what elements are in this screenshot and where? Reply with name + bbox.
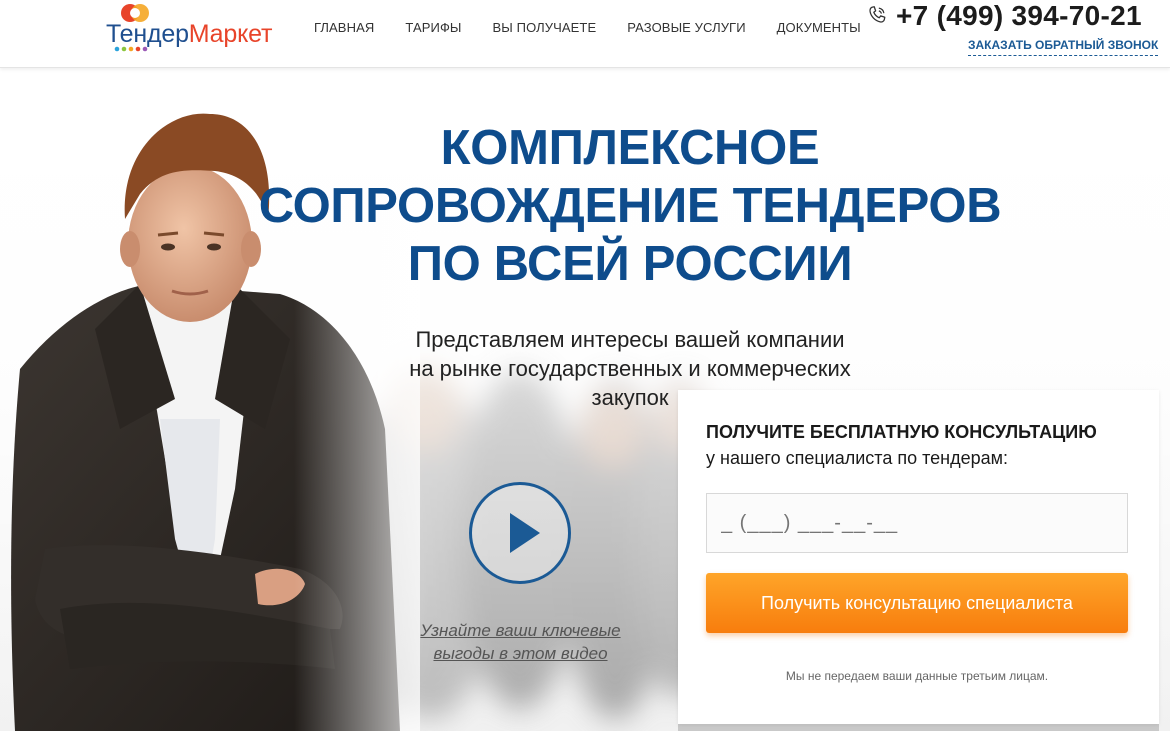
nav-item-home[interactable]: ГЛАВНАЯ: [314, 20, 374, 36]
consultation-form: ПОЛУЧИТЕ БЕСПЛАТНУЮ КОНСУЛЬТАЦИЮ у нашег…: [678, 390, 1159, 724]
logo-text: ТендерМаркет: [106, 20, 272, 49]
hero-subtitle-line: на рынке государственных и коммерческих: [409, 356, 851, 381]
phone-input[interactable]: [706, 493, 1128, 553]
video-link[interactable]: Узнайте ваши ключевые выгоды в этом виде…: [398, 619, 643, 665]
hero-title-line: КОМПЛЕКСНОЕ: [440, 121, 820, 175]
hero-subtitle-line: Представляем интересы вашей компании: [415, 327, 845, 352]
callback-link[interactable]: ЗАКАЗАТЬ ОБРАТНЫЙ ЗВОНОК: [968, 38, 1159, 56]
nav-item-documents[interactable]: ДОКУМЕНТЫ: [777, 20, 861, 36]
logo[interactable]: ТендерМаркет: [104, 2, 284, 54]
header-phone-number[interactable]: +7 (499) 394-70-21: [896, 0, 1142, 32]
privacy-note: Мы не передаем ваши данные третьим лицам…: [785, 669, 1049, 683]
main-nav: ГЛАВНАЯ ТАРИФЫ ВЫ ПОЛУЧАЕТЕ РАЗОВЫЕ УСЛУ…: [314, 20, 892, 36]
logo-text-part1: Тендер: [106, 20, 189, 48]
video-play-button[interactable]: [469, 482, 571, 584]
logo-text-part2: Маркет: [188, 20, 273, 48]
form-subtitle: у нашего специалиста по тендерам:: [706, 448, 1008, 468]
hero-title: КОМПЛЕКСНОЕ СОПРОВОЖДЕНИЕ ТЕНДЕРОВ ПО ВС…: [250, 119, 1010, 293]
hero-section: КОМПЛЕКСНОЕ СОПРОВОЖДЕНИЕ ТЕНДЕРОВ ПО ВС…: [0, 69, 1170, 731]
nav-item-one-time-services[interactable]: РАЗОВЫЕ УСЛУГИ: [627, 20, 745, 36]
hero-title-line: СОПРОВОЖДЕНИЕ ТЕНДЕРОВ: [258, 179, 1002, 233]
hero-title-line: ПО ВСЕЙ РОССИИ: [407, 237, 853, 291]
nav-item-benefits[interactable]: ВЫ ПОЛУЧАЕТЕ: [493, 20, 597, 36]
nav-item-tariffs[interactable]: ТАРИФЫ: [405, 20, 461, 36]
play-icon: [510, 513, 540, 553]
logo-dots: [114, 46, 148, 52]
video-link-line: Узнайте ваши ключевые: [420, 621, 621, 640]
form-title: ПОЛУЧИТЕ БЕСПЛАТНУЮ КОНСУЛЬТАЦИЮ: [706, 422, 1097, 442]
get-consultation-button[interactable]: Получить консультацию специалиста: [706, 573, 1128, 633]
video-link-line: выгоды в этом видео: [433, 644, 608, 663]
phone-icon: [869, 6, 886, 23]
site-header: ТендерМаркет ГЛАВНАЯ ТАРИФЫ ВЫ ПОЛУЧАЕТЕ…: [0, 0, 1170, 68]
